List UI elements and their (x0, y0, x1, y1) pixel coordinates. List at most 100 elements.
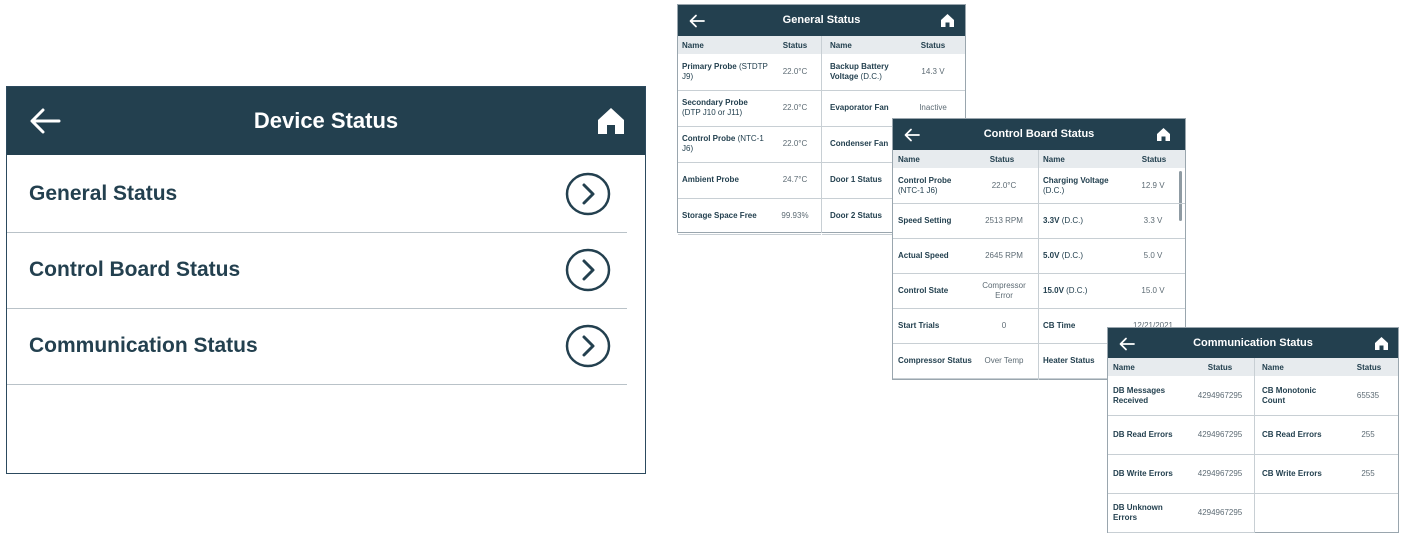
column-header-status: Status (1207, 362, 1233, 372)
chevron-right-circle-icon[interactable] (565, 172, 611, 216)
row-value: 12.9 V (1141, 180, 1165, 190)
row-name-text: Control State (898, 285, 949, 295)
row-name: 15.0V (D.C.) (1043, 273, 1127, 308)
row-name-text: Start Trials (898, 320, 940, 330)
screen-title: Control Board Status (983, 128, 1095, 140)
communication-status-header: Communication Status (1108, 328, 1398, 358)
row-name-text: DB Unknown Errors (1113, 502, 1163, 522)
row-value: 255 (1361, 468, 1375, 478)
row-name: DB Write Errors (1113, 454, 1183, 493)
scrollbar[interactable] (1179, 171, 1182, 221)
row-value: 15.0 V (1141, 285, 1165, 295)
row-name-text: DB Write Errors (1113, 468, 1173, 478)
screen-title: Communication Status (1193, 337, 1313, 349)
row-value: 2513 RPM (985, 215, 1023, 225)
column-header-name: Name (1262, 362, 1284, 372)
chevron-right-circle-icon[interactable] (565, 248, 611, 292)
row-name: Start Trials (898, 308, 974, 343)
row-name: DB Read Errors (1113, 415, 1183, 454)
page-title: Device Status (253, 108, 399, 133)
row-value: 0 (1001, 320, 1007, 330)
communication-status-screen: Communication Status Name Status Name St… (1107, 327, 1399, 533)
column-header-status: Status (920, 40, 946, 50)
row-name: Storage Space Free (682, 198, 768, 234)
row-name: Charging Voltage (D.C.) (1043, 168, 1127, 203)
menu-item-label: Control Board Status (29, 258, 241, 281)
row-name-text: Actual Speed (898, 250, 949, 260)
row-name-text: Secondary Probe (682, 98, 748, 107)
row-name-sub: (D.C.) (1061, 250, 1084, 260)
home-icon[interactable] (1374, 336, 1389, 351)
row-value: 22.0°C (782, 67, 808, 76)
row-value: 4294967295 (1197, 429, 1243, 439)
row-value: 4294967295 (1197, 390, 1243, 400)
row-name-text: 15.0V (1043, 285, 1064, 295)
menu-item-label: Communication Status (29, 334, 258, 357)
home-icon[interactable] (1156, 127, 1171, 142)
row-name-text: Control Probe (682, 134, 736, 143)
column-header-status: Status (1356, 362, 1382, 372)
row-value: 255 (1361, 429, 1375, 439)
chevron-right-circle-icon[interactable] (565, 324, 611, 368)
row-name-text: Compressor Status (898, 355, 972, 365)
row-name: Ambient Probe (682, 162, 768, 198)
row-value: 3.3 V (1143, 215, 1163, 225)
column-header-status: Status (782, 40, 808, 50)
row-name-text: Evaporator Fan (830, 103, 889, 112)
row-value: 24.7°C (782, 175, 808, 184)
row-value: 4294967295 (1197, 468, 1243, 478)
menu-item-control-board-status[interactable]: Control Board Status (7, 232, 627, 309)
home-icon[interactable] (596, 106, 626, 136)
row-name-sub: (DTP J10 or J11) (682, 108, 743, 117)
row-name-text: DB Read Errors (1113, 429, 1173, 439)
row-name: DB Messages Received (1113, 376, 1183, 415)
row-name: Primary Probe (STDTP J9) (682, 54, 768, 90)
general-status-header: General Status (678, 5, 965, 36)
row-value: Compressor Error (982, 280, 1026, 300)
row-name-text: CB Monotonic Count (1262, 385, 1317, 405)
row-value: 22.0°C (782, 103, 808, 112)
column-header-name: Name (830, 40, 852, 50)
column-header-name: Name (682, 40, 704, 50)
row-name-sub: (D.C.) (1061, 215, 1084, 225)
row-name-text: Primary Probe (682, 62, 737, 71)
row-name-sub: (D.C.) (1066, 285, 1088, 295)
row-name: CB Monotonic Count (1262, 376, 1338, 415)
row-name-text: CB Write Errors (1262, 468, 1322, 478)
row-name-text: Condenser Fan (830, 139, 889, 148)
row-name: Secondary Probe (DTP J10 or J11) (682, 90, 768, 126)
column-header-name: Name (898, 154, 920, 164)
row-name: 5.0V (D.C.) (1043, 238, 1127, 273)
menu-item-label: General Status (29, 182, 178, 205)
row-value: 2645 RPM (985, 250, 1023, 260)
row-value: 5.0 V (1143, 250, 1163, 260)
row-value: 22.0°C (782, 139, 808, 148)
row-name-sub: (NTC-1 J6) (898, 185, 938, 195)
row-name-text: Charging Voltage (1043, 175, 1109, 185)
row-value: 65535 (1356, 390, 1380, 400)
row-value: 14.3 V (921, 67, 945, 76)
row-value: Over Temp (984, 355, 1024, 365)
row-name: Actual Speed (898, 238, 974, 273)
row-value: 4294967295 (1197, 507, 1243, 517)
column-header-row: Name Status Name Status (1108, 358, 1398, 376)
row-value: 22.0°C (991, 180, 1017, 190)
row-name-text: Door 1 Status (830, 175, 883, 184)
column-header-name: Name (1043, 154, 1065, 164)
row-name-text: 3.3V (1043, 215, 1060, 225)
menu-item-general-status[interactable]: General Status (7, 156, 627, 233)
menu-item-communication-status[interactable]: Communication Status (7, 308, 627, 385)
row-name: CB Write Errors (1262, 454, 1338, 493)
device-status-screen: Device Status General Status Control Boa… (6, 86, 646, 474)
column-header-row: Name Status Name Status (893, 150, 1185, 168)
row-name: Speed Setting (898, 203, 974, 238)
row-name-sub: (D.C.) (1043, 185, 1065, 195)
row-name: Control Probe (NTC-1 J6) (682, 126, 768, 162)
row-value: 99.93% (781, 211, 809, 220)
row-name-text: CB Time (1043, 320, 1076, 330)
column-header-status: Status (1141, 154, 1167, 164)
home-icon[interactable] (940, 13, 955, 28)
column-header-name: Name (1113, 362, 1135, 372)
control-board-status-header: Control Board Status (893, 119, 1185, 150)
row-name-text: Speed Setting (898, 215, 952, 225)
